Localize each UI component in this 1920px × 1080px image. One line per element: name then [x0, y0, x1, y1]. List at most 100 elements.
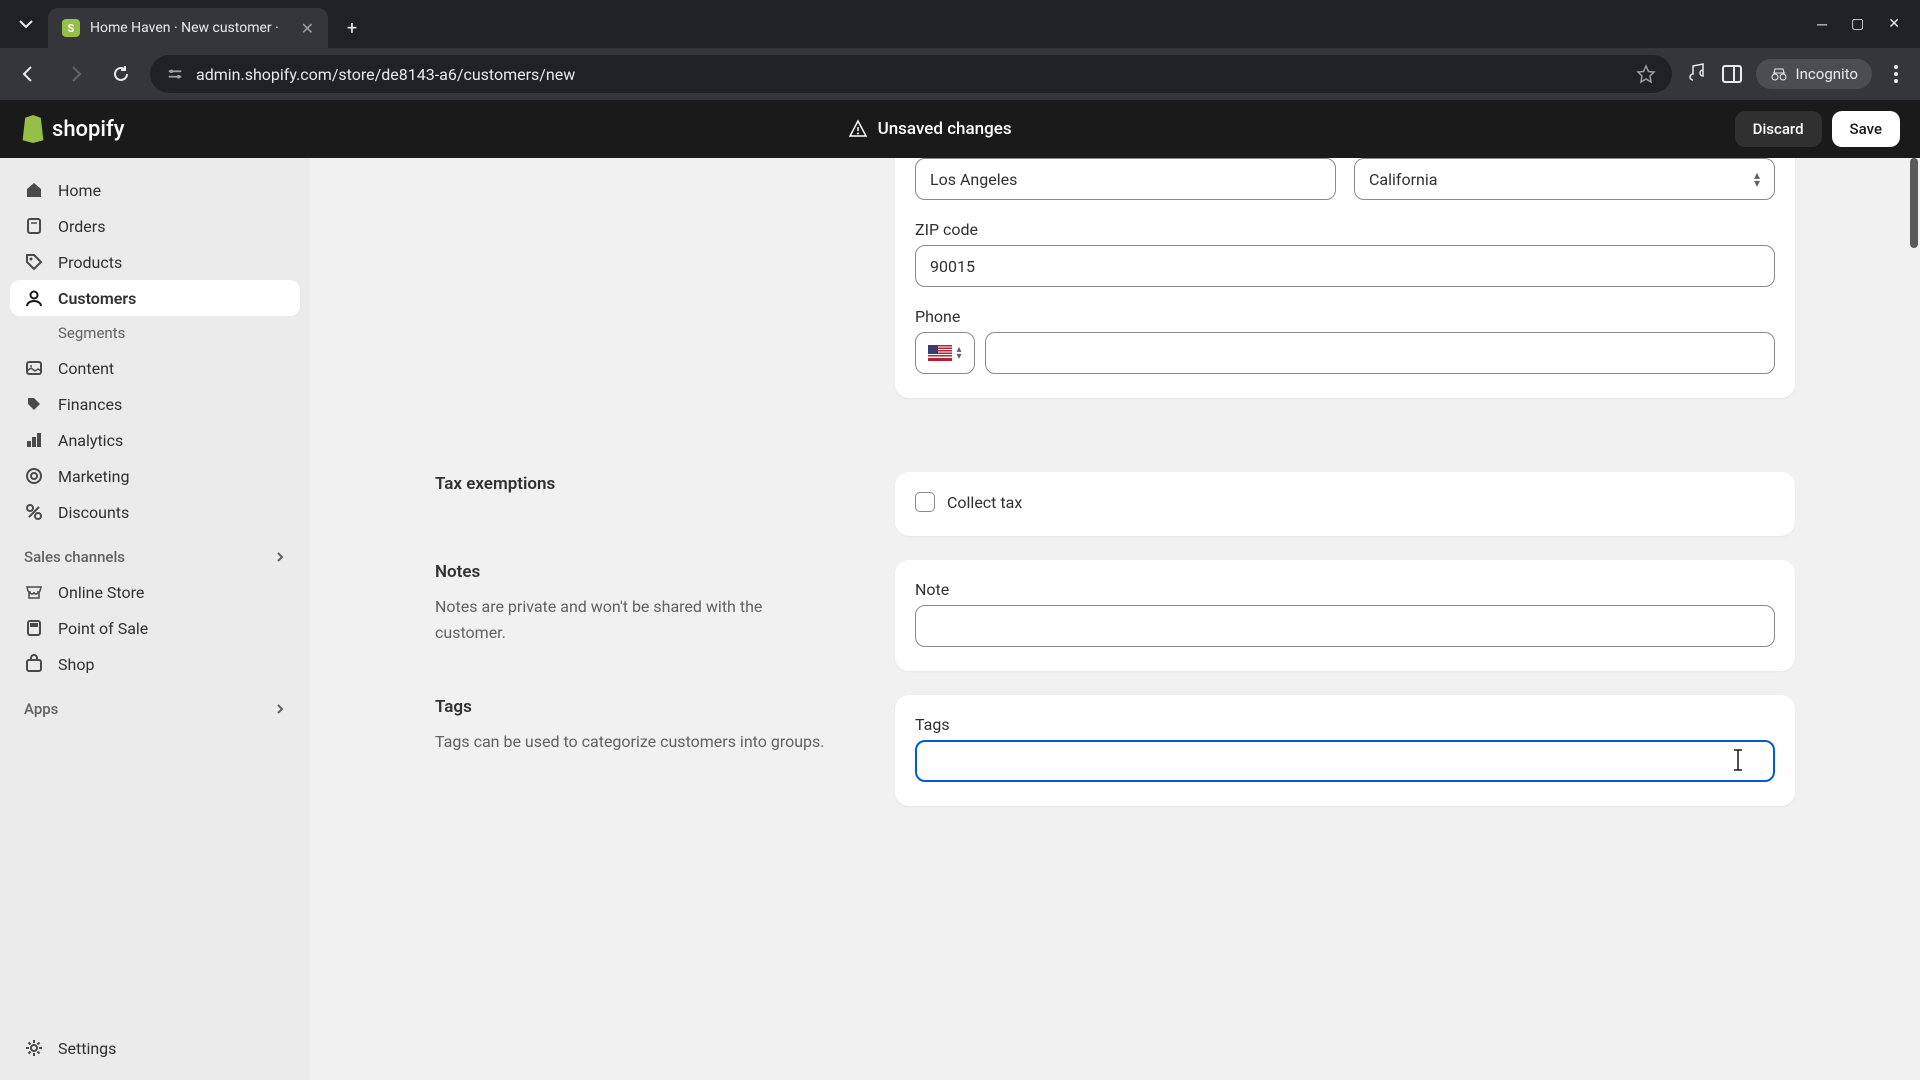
tax-card: Collect tax [895, 472, 1795, 536]
country-code-select[interactable]: ▴▾ [915, 332, 975, 374]
sidebar-item-home[interactable]: Home [10, 172, 300, 208]
menu-dots-icon[interactable] [1884, 62, 1908, 86]
back-button[interactable] [12, 57, 46, 91]
city-input[interactable] [915, 158, 1336, 200]
save-button[interactable]: Save [1832, 111, 1900, 147]
content-icon [24, 358, 44, 378]
sidebar-label: Point of Sale [58, 619, 148, 638]
app-container: shopify Unsaved changes Discard Save Hom… [0, 100, 1920, 1080]
reload-icon [111, 64, 131, 84]
apps-label: Apps [24, 700, 58, 718]
select-arrows-icon: ▴▾ [1754, 171, 1760, 188]
tab-search-dropdown[interactable] [8, 6, 44, 42]
sidebar-item-finances[interactable]: Finances [10, 386, 300, 422]
collect-tax-checkbox[interactable] [915, 492, 935, 512]
browser-titlebar: S Home Haven · New customer · ✕ + ─ ▢ ✕ [0, 0, 1920, 48]
shopify-logo-text: shopify [52, 117, 125, 142]
bookmark-star-icon[interactable] [1636, 64, 1656, 84]
tags-label: Tags [915, 715, 1775, 734]
notes-card: Note [895, 560, 1795, 671]
tags-card: Tags [895, 695, 1795, 806]
main-content: California ▴▾ ZIP code Phone [310, 158, 1920, 1080]
chevron-down-icon [19, 17, 33, 31]
arrow-left-icon [19, 64, 39, 84]
header-actions: Discard Save [1735, 111, 1900, 147]
sidebar-label: Marketing [58, 467, 129, 486]
reload-button[interactable] [104, 57, 138, 91]
sidebar-item-discounts[interactable]: Discounts [10, 494, 300, 530]
maximize-button[interactable]: ▢ [1851, 16, 1864, 33]
finances-icon [24, 394, 44, 414]
sidebar-label: Analytics [58, 431, 123, 450]
tax-section-title: Tax exemptions [435, 474, 835, 494]
state-select[interactable]: California ▴▾ [1354, 158, 1775, 200]
new-tab-button[interactable]: + [336, 12, 368, 44]
sidebar-label: Shop [58, 655, 94, 674]
customers-icon [24, 288, 44, 308]
sidebar-item-online-store[interactable]: Online Store [10, 574, 300, 610]
tags-section-title: Tags [435, 697, 835, 717]
sidebar-label: Finances [58, 395, 122, 414]
sidebar-item-point-of-sale[interactable]: Point of Sale [10, 610, 300, 646]
tags-input[interactable] [915, 740, 1775, 782]
scrollbar-thumb[interactable] [1910, 158, 1918, 248]
sidebar-item-shop[interactable]: Shop [10, 646, 300, 682]
sidebar-label: Content [58, 359, 114, 378]
sidebar: Home Orders Products Customers Segments … [0, 158, 310, 1080]
sidebar-item-analytics[interactable]: Analytics [10, 422, 300, 458]
sales-channels-label: Sales channels [24, 548, 125, 566]
note-input[interactable] [915, 605, 1775, 647]
home-icon [24, 180, 44, 200]
shopify-logo[interactable]: shopify [20, 115, 125, 143]
sidebar-item-content[interactable]: Content [10, 350, 300, 386]
zip-label: ZIP code [915, 220, 1775, 239]
panel-icon[interactable] [1720, 62, 1744, 86]
sales-channels-header[interactable]: Sales channels [10, 530, 300, 574]
online-store-icon [24, 582, 44, 602]
incognito-label: Incognito [1796, 65, 1858, 83]
browser-toolbar: admin.shopify.com/store/de8143-a6/custom… [0, 48, 1920, 100]
sidebar-label: Products [58, 253, 122, 272]
select-arrows-icon: ▴▾ [956, 346, 961, 360]
orders-icon [24, 216, 44, 236]
forward-button[interactable] [58, 57, 92, 91]
sidebar-label: Online Store [58, 583, 144, 602]
phone-input[interactable] [985, 332, 1775, 374]
minimize-button[interactable]: ─ [1817, 16, 1827, 33]
tags-section-description: Tags can be used to categorize customers… [435, 729, 835, 755]
app-body: Home Orders Products Customers Segments … [0, 158, 1920, 1080]
sidebar-item-marketing[interactable]: Marketing [10, 458, 300, 494]
phone-label: Phone [915, 307, 1775, 326]
arrow-right-icon [65, 64, 85, 84]
sidebar-label: Customers [58, 289, 136, 308]
music-icon[interactable] [1684, 62, 1708, 86]
notes-section-description: Notes are private and won't be shared wi… [435, 594, 835, 645]
site-info-icon[interactable] [166, 65, 184, 83]
incognito-badge[interactable]: Incognito [1756, 59, 1872, 89]
shopify-favicon: S [62, 19, 80, 37]
sidebar-label: Discounts [58, 503, 129, 522]
address-card: California ▴▾ ZIP code Phone [895, 158, 1795, 398]
sidebar-item-products[interactable]: Products [10, 244, 300, 280]
sidebar-label: Orders [58, 217, 105, 236]
alert-icon [848, 119, 868, 139]
address-bar[interactable]: admin.shopify.com/store/de8143-a6/custom… [150, 55, 1672, 93]
note-label: Note [915, 580, 1775, 599]
unsaved-label: Unsaved changes [878, 119, 1012, 139]
apps-header[interactable]: Apps [10, 682, 300, 726]
tab-close-button[interactable]: ✕ [301, 19, 314, 38]
sidebar-item-segments[interactable]: Segments [10, 316, 300, 350]
marketing-icon [24, 466, 44, 486]
app-header: shopify Unsaved changes Discard Save [0, 100, 1920, 158]
pos-icon [24, 618, 44, 638]
sidebar-item-customers[interactable]: Customers [10, 280, 300, 316]
zip-input[interactable] [915, 245, 1775, 287]
sidebar-item-orders[interactable]: Orders [10, 208, 300, 244]
close-window-button[interactable]: ✕ [1888, 16, 1900, 33]
products-icon [24, 252, 44, 272]
browser-tab[interactable]: S Home Haven · New customer · ✕ [48, 8, 328, 48]
discard-button[interactable]: Discard [1735, 111, 1822, 147]
sidebar-label: Home [58, 181, 101, 200]
sidebar-item-settings[interactable]: Settings [10, 1030, 300, 1066]
gear-icon [24, 1038, 44, 1058]
